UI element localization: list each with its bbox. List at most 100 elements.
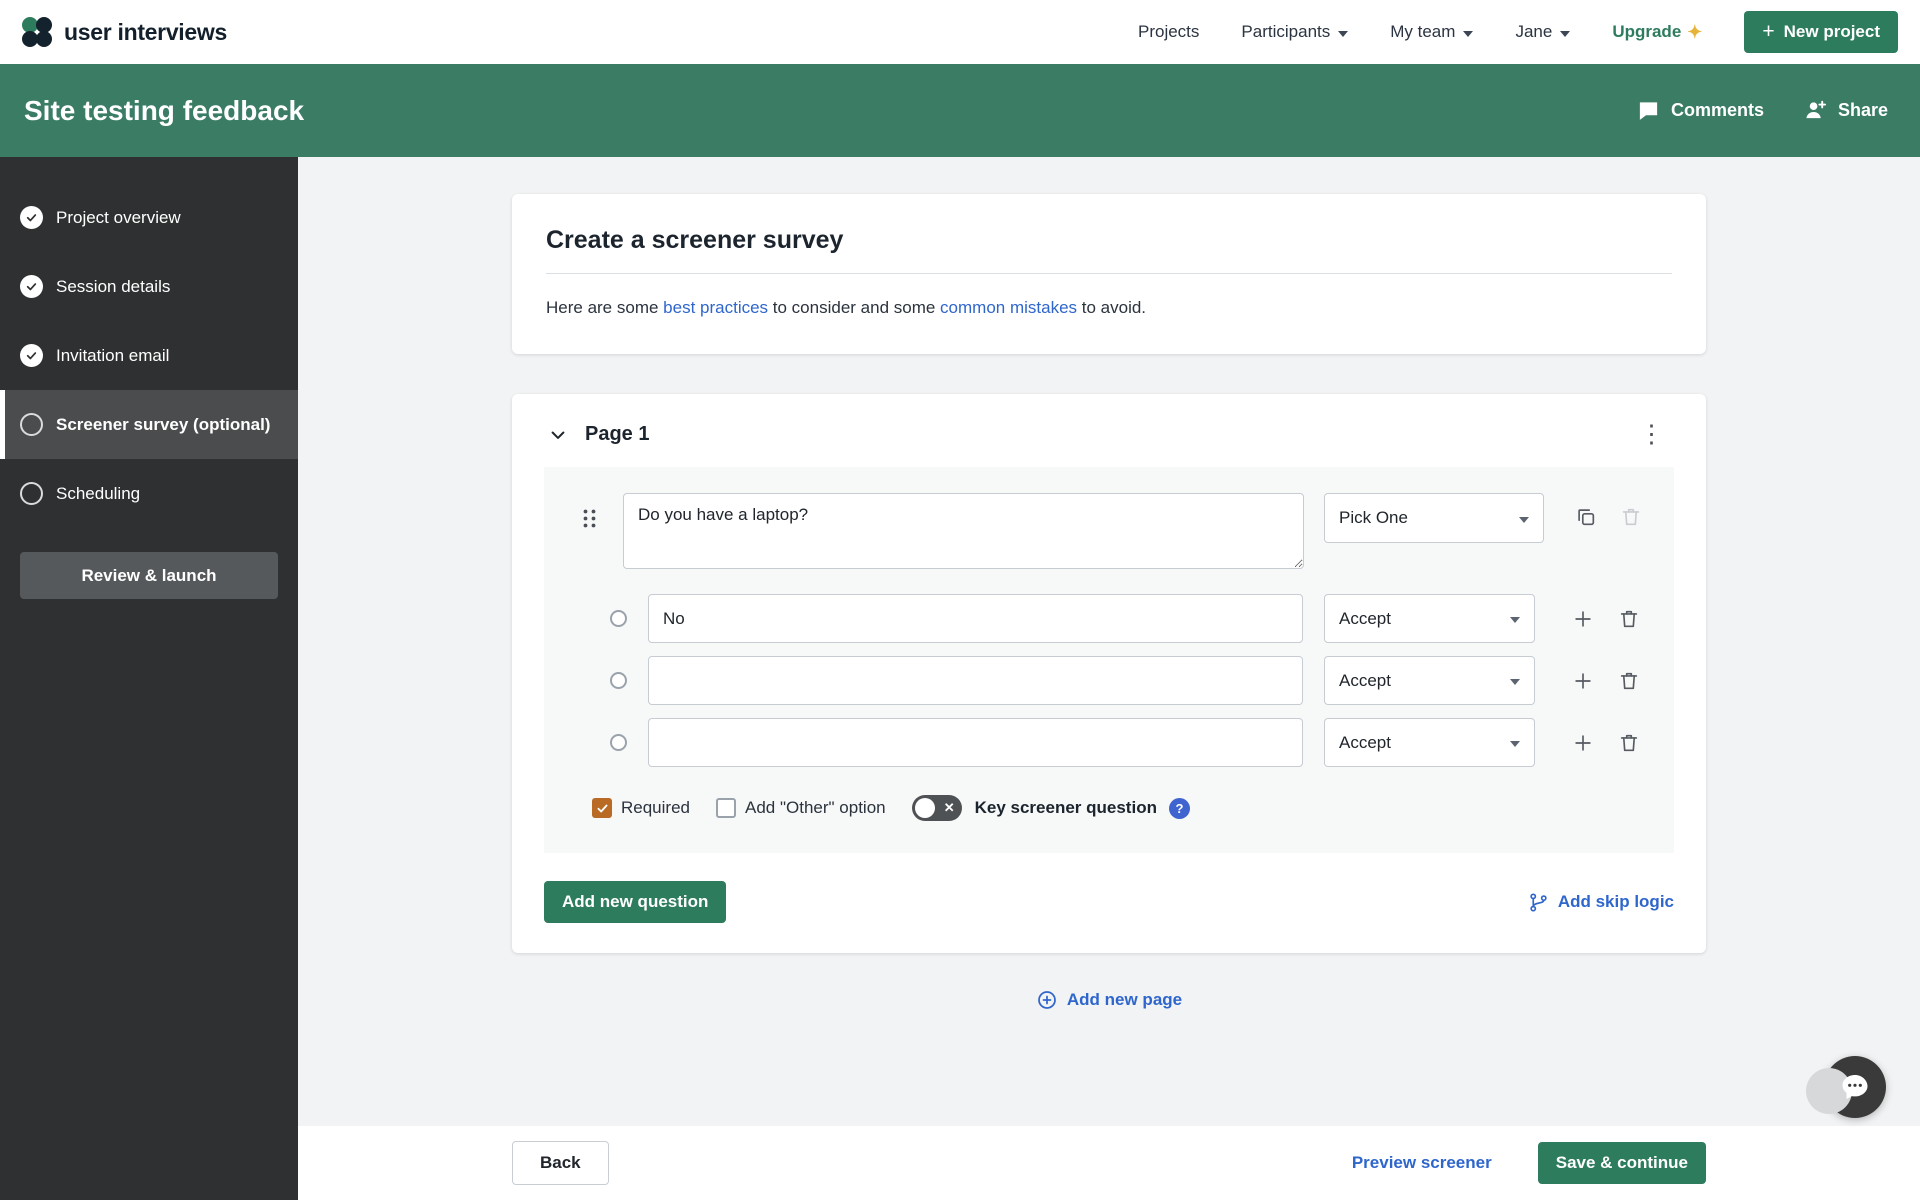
chevron-down-icon: [1560, 31, 1570, 37]
sidebar-step-scheduling[interactable]: Scheduling: [0, 459, 298, 528]
save-continue-button[interactable]: Save & continue: [1538, 1142, 1706, 1184]
sidebar-step-invitation-email[interactable]: Invitation email: [0, 321, 298, 390]
nav-projects-label: Projects: [1138, 22, 1199, 42]
chevron-down-icon: [1338, 31, 1348, 37]
person-plus-icon: [1804, 99, 1827, 122]
home-link[interactable]: user interviews: [20, 15, 227, 49]
sidebar-step-screener-survey[interactable]: Screener survey (optional): [0, 390, 298, 459]
sidebar-step-session-details[interactable]: Session details: [0, 252, 298, 321]
required-label: Required: [621, 798, 690, 818]
step-label: Invitation email: [56, 346, 169, 366]
nav-projects[interactable]: Projects: [1138, 22, 1199, 42]
add-other-checkbox[interactable]: [716, 798, 736, 818]
main-scroll: Create a screener survey Here are some b…: [298, 157, 1920, 1126]
radio-icon[interactable]: [610, 734, 627, 751]
question-type-select[interactable]: Pick One: [1324, 493, 1544, 543]
check-circle-icon: [20, 275, 43, 298]
share-button[interactable]: Share: [1804, 99, 1888, 122]
new-project-button[interactable]: + New project: [1744, 11, 1898, 53]
page-menu-button[interactable]: ⋮: [1631, 422, 1672, 447]
question-type-value: Pick One: [1339, 508, 1408, 528]
drag-handle-icon[interactable]: [582, 509, 600, 528]
upgrade-link[interactable]: Upgrade✦: [1612, 22, 1702, 43]
preview-screener-link[interactable]: Preview screener: [1352, 1153, 1492, 1173]
option-text-input[interactable]: [648, 718, 1303, 767]
plus-icon: [1572, 608, 1594, 630]
radio-icon[interactable]: [610, 610, 627, 627]
branch-icon: [1528, 892, 1549, 913]
page-card: Page 1 ⋮ Do you have a laptop? Pick One: [512, 394, 1706, 953]
add-skip-logic-link[interactable]: Add skip logic: [1528, 892, 1674, 913]
help-icon[interactable]: ?: [1169, 798, 1190, 819]
nav-my-team-label: My team: [1390, 22, 1455, 42]
back-button[interactable]: Back: [512, 1141, 609, 1185]
add-option-button[interactable]: [1572, 608, 1594, 630]
collapse-page-button[interactable]: [546, 423, 570, 447]
delete-option-button[interactable]: [1618, 670, 1640, 692]
key-screener-label: Key screener question: [975, 798, 1157, 818]
plus-icon: +: [1762, 23, 1774, 42]
project-title: Site testing feedback: [24, 95, 304, 127]
add-option-button[interactable]: [1572, 732, 1594, 754]
duplicate-question-button[interactable]: [1575, 506, 1597, 528]
radio-icon[interactable]: [610, 672, 627, 689]
review-launch-button[interactable]: Review & launch: [20, 552, 278, 599]
project-header: Site testing feedback Comments Share: [0, 64, 1920, 157]
toggle-off-x-icon: ✕: [944, 800, 955, 816]
option-action-select[interactable]: Accept: [1324, 718, 1535, 767]
trash-icon: [1618, 732, 1640, 754]
best-practices-link[interactable]: best practices: [663, 298, 768, 317]
top-nav: Projects Participants My team Jane Upgra…: [1138, 11, 1898, 53]
required-checkbox[interactable]: [592, 798, 612, 818]
chevron-down-icon: [1510, 617, 1520, 623]
chat-bubble-icon: [1840, 1073, 1870, 1101]
question-actions: [1575, 506, 1642, 528]
add-other-label: Add "Other" option: [745, 798, 886, 818]
add-new-question-button[interactable]: Add new question: [544, 881, 726, 923]
circle-plus-icon: [1036, 989, 1058, 1011]
option-text-input[interactable]: [648, 594, 1303, 643]
add-new-page-link[interactable]: Add new page: [1036, 989, 1182, 1011]
step-label: Scheduling: [56, 484, 140, 504]
comments-button[interactable]: Comments: [1637, 99, 1764, 122]
empty-circle-icon: [20, 413, 43, 436]
bottom-bar: Back Preview screener Save & continue: [298, 1126, 1920, 1200]
intro-text: Here are some best practices to consider…: [546, 298, 1672, 318]
share-label: Share: [1838, 100, 1888, 121]
chevron-down-icon: [1510, 679, 1520, 685]
step-label: Project overview: [56, 208, 181, 228]
delete-option-button[interactable]: [1618, 732, 1640, 754]
plus-icon: [1572, 732, 1594, 754]
option-row: Accept: [558, 718, 1646, 767]
question-settings-row: Required Add "Other" option ✕ Key screen…: [592, 795, 1646, 821]
delete-question-button[interactable]: [1620, 506, 1642, 528]
add-option-button[interactable]: [1572, 670, 1594, 692]
page-title: Page 1: [585, 423, 649, 446]
chevron-down-icon: [548, 425, 568, 445]
nav-user-menu[interactable]: Jane: [1515, 22, 1570, 42]
page-header: Page 1 ⋮: [544, 418, 1674, 467]
nav-my-team[interactable]: My team: [1390, 22, 1473, 42]
trash-icon: [1618, 670, 1640, 692]
trash-icon: [1618, 608, 1640, 630]
add-new-page-row: Add new page: [512, 989, 1706, 1011]
option-action-select[interactable]: Accept: [1324, 656, 1535, 705]
add-skip-logic-label: Add skip logic: [1558, 892, 1674, 912]
delete-option-button[interactable]: [1618, 608, 1640, 630]
option-row: Accept: [558, 656, 1646, 705]
step-label: Session details: [56, 277, 170, 297]
check-icon: [596, 802, 609, 815]
question-text-input[interactable]: Do you have a laptop?: [623, 493, 1304, 569]
copy-icon: [1575, 506, 1597, 528]
new-project-label: New project: [1784, 22, 1880, 42]
check-circle-icon: [20, 206, 43, 229]
option-text-input[interactable]: [648, 656, 1303, 705]
option-action-value: Accept: [1339, 609, 1391, 629]
nav-participants[interactable]: Participants: [1241, 22, 1348, 42]
key-screener-toggle[interactable]: ✕: [912, 795, 962, 821]
add-new-page-label: Add new page: [1067, 990, 1182, 1010]
common-mistakes-link[interactable]: common mistakes: [940, 298, 1077, 317]
option-action-select[interactable]: Accept: [1324, 594, 1535, 643]
chat-launcher-button[interactable]: [1824, 1056, 1886, 1118]
sidebar-step-project-overview[interactable]: Project overview: [0, 183, 298, 252]
